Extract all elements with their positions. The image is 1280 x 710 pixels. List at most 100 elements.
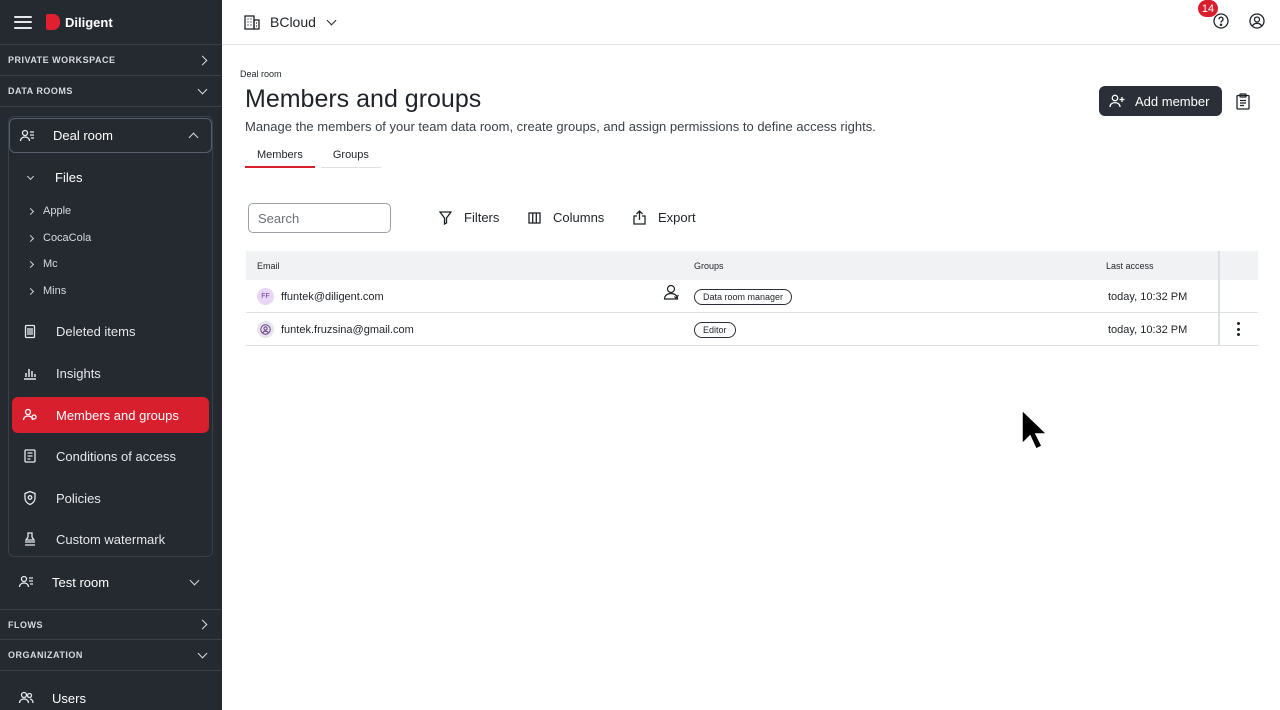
tab-bar: Members Groups	[245, 149, 381, 168]
building-icon	[244, 15, 260, 30]
section-private-workspace[interactable]: PRIVATE WORKSPACE	[0, 45, 222, 76]
top-bar: BCloud 14	[222, 0, 1280, 45]
files-label: Files	[55, 170, 83, 185]
chevron-right-icon	[26, 287, 35, 295]
chevron-down-icon	[197, 84, 208, 94]
section-label: FLOWS	[8, 619, 43, 630]
mouse-cursor-icon	[1021, 408, 1046, 451]
section-label: DATA ROOMS	[8, 86, 73, 96]
room-icon	[19, 128, 35, 144]
add-member-label: Add member	[1135, 93, 1210, 109]
chevron-down-icon	[189, 575, 200, 585]
add-member-button[interactable]: Add member	[1099, 86, 1222, 116]
groups-cell: Data room manager	[694, 280, 793, 313]
tree-item-folder[interactable]: Mc	[22, 258, 58, 270]
last-access-cell: today, 10:32 PM	[1108, 323, 1188, 336]
chevron-right-icon	[26, 260, 35, 268]
tab-groups[interactable]: Groups	[320, 149, 381, 168]
test-room-header[interactable]: Test room	[9, 564, 212, 600]
section-flows[interactable]: FLOWS	[0, 609, 222, 640]
section-label: PRIVATE WORKSPACE	[8, 55, 116, 65]
trash-icon	[22, 323, 38, 339]
avatar	[257, 321, 274, 338]
members-table: Email Groups Last access FF ffuntek@dili…	[246, 251, 1258, 346]
sidebar: Diligent PRIVATE WORKSPACE DATA ROOMS De…	[0, 0, 222, 710]
page-title: Members and groups	[245, 85, 482, 113]
sidebar-item-policies[interactable]: Policies	[12, 480, 209, 516]
sidebar-item-custom-watermark[interactable]: Custom watermark	[12, 521, 209, 557]
test-room-label: Test room	[52, 574, 110, 590]
tree-item-folder[interactable]: Apple	[22, 205, 71, 217]
logo-text: Diligent	[65, 14, 113, 30]
filter-icon	[439, 210, 452, 225]
member-email[interactable]: ffuntek@diligent.com	[281, 291, 384, 303]
columns-icon	[528, 211, 541, 224]
column-header-last-access[interactable]: Last access	[1106, 261, 1154, 271]
columns-label: Columns	[553, 210, 605, 225]
column-header-groups[interactable]: Groups	[694, 261, 724, 271]
org-switcher[interactable]: BCloud	[270, 14, 316, 30]
search-input[interactable]	[248, 203, 391, 233]
users-icon	[18, 690, 34, 706]
sidebar-item-insights[interactable]: Insights	[12, 355, 209, 391]
columns-button[interactable]: Columns	[528, 210, 604, 225]
last-access-cell: today, 10:32 PM	[1108, 290, 1188, 303]
users-label: Users	[52, 690, 86, 706]
sidebar-item-users[interactable]: Users	[9, 680, 212, 710]
filters-label: Filters	[464, 210, 500, 225]
user-icon	[260, 324, 271, 335]
help-icon[interactable]	[1212, 12, 1230, 30]
table-row[interactable]: funtek.fruzsina@gmail.com Editor today, …	[246, 313, 1258, 346]
chevron-right-icon	[26, 207, 35, 215]
export-button[interactable]: Export	[633, 210, 696, 225]
email-cell: FF ffuntek@diligent.com	[257, 280, 384, 313]
export-icon	[633, 210, 646, 225]
export-label: Export	[658, 210, 696, 225]
sidebar-item-conditions-of-access[interactable]: Conditions of access	[12, 438, 209, 474]
sidebar-header: Diligent	[0, 0, 222, 45]
folder-label: Apple	[43, 205, 72, 217]
members-icon	[22, 407, 38, 423]
bar-chart-icon	[22, 365, 38, 381]
clipboard-icon[interactable]	[1235, 93, 1251, 110]
row-actions-icon[interactable]	[1236, 322, 1240, 336]
page-subtitle: Manage the members of your team data roo…	[245, 119, 876, 134]
filters-button[interactable]: Filters	[439, 210, 499, 225]
folder-label: Mc	[43, 258, 58, 270]
shield-icon	[22, 490, 38, 506]
sidebar-item-label: Conditions of access	[56, 448, 176, 464]
tree-item-folder[interactable]: CocaCola	[22, 232, 91, 244]
sidebar-item-label: Deleted items	[56, 323, 136, 339]
section-data-rooms[interactable]: DATA ROOMS	[0, 76, 222, 107]
group-badge: Data room manager	[694, 288, 793, 305]
tree-item-files[interactable]: Files	[22, 170, 82, 185]
chevron-up-icon	[188, 132, 199, 143]
tree-item-folder[interactable]: Mins	[22, 285, 66, 297]
group-badge: Editor	[694, 321, 736, 338]
account-icon[interactable]	[1248, 12, 1266, 30]
section-organization[interactable]: ORGANIZATION	[0, 640, 222, 671]
chevron-right-icon	[197, 619, 208, 630]
chevron-down-icon	[26, 172, 35, 180]
stamp-icon	[22, 531, 38, 547]
table-row[interactable]: FF ffuntek@diligent.com Data room manage…	[246, 280, 1258, 313]
chevron-down-icon[interactable]	[326, 15, 337, 25]
diligent-logo-icon	[46, 14, 60, 30]
owner-user-icon	[663, 284, 679, 300]
tab-members[interactable]: Members	[245, 149, 315, 168]
room-icon	[18, 574, 34, 590]
sidebar-item-label: Members and groups	[56, 407, 179, 423]
chevron-down-icon	[197, 648, 208, 658]
breadcrumb[interactable]: Deal room	[240, 69, 282, 79]
table-header: Email Groups Last access	[246, 251, 1258, 280]
member-email[interactable]: funtek.fruzsina@gmail.com	[281, 324, 414, 336]
add-user-icon	[1109, 94, 1125, 108]
folder-label: Mins	[43, 285, 67, 297]
email-cell: funtek.fruzsina@gmail.com	[257, 313, 414, 346]
document-icon	[22, 448, 38, 464]
sidebar-item-members-and-groups[interactable]: Members and groups	[12, 397, 209, 433]
menu-icon[interactable]	[14, 15, 32, 29]
column-header-email[interactable]: Email	[257, 261, 280, 271]
deal-room-header[interactable]: Deal room	[9, 118, 212, 153]
sidebar-item-deleted-items[interactable]: Deleted items	[12, 313, 209, 349]
